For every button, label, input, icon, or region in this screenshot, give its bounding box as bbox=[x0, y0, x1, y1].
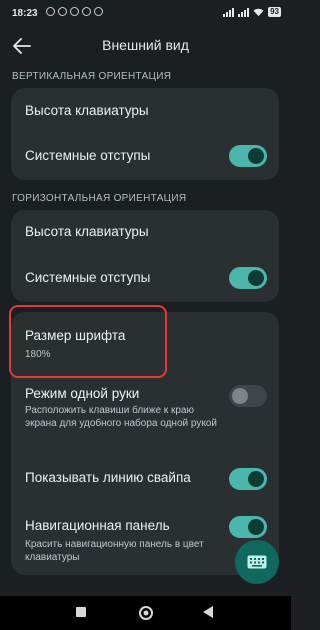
recents-square-icon[interactable] bbox=[74, 605, 88, 619]
status-time: 18:23 bbox=[12, 8, 38, 19]
system-nav-bar bbox=[0, 596, 291, 630]
swipe-line-toggle[interactable] bbox=[229, 468, 267, 490]
wifi-icon bbox=[253, 8, 264, 16]
row-swipe-line[interactable]: Показывать линию свайпа bbox=[11, 460, 279, 500]
row-subtitle: Красить навигационную панель в цвет клав… bbox=[25, 539, 204, 563]
phone-icon bbox=[82, 7, 91, 16]
row-subtitle: Расположить клавиши ближе к краю экрана … bbox=[25, 405, 217, 429]
row-label: Навигационная панель bbox=[25, 518, 170, 533]
row-system-padding-horizontal[interactable]: Системные отступы bbox=[11, 256, 279, 300]
status-bar: 18:23 93 bbox=[0, 0, 291, 28]
one-hand-mode-toggle[interactable] bbox=[229, 385, 267, 407]
row-label: Режим одной руки bbox=[25, 386, 140, 401]
row-label: Высота клавиатуры bbox=[25, 224, 149, 239]
page-title: Внешний вид bbox=[102, 37, 189, 53]
section-title-vertical: ВЕРТИКАЛЬНАЯ ОРИЕНТАЦИЯ bbox=[12, 71, 172, 82]
row-keyboard-height-horizontal[interactable]: Высота клавиатуры bbox=[11, 210, 279, 254]
card-horizontal: Высота клавиатуры Системные отступы bbox=[11, 210, 279, 302]
location-icon bbox=[94, 7, 103, 16]
system-padding-vertical-toggle[interactable] bbox=[229, 145, 267, 167]
notification-icons bbox=[46, 7, 103, 16]
mail-icon bbox=[46, 7, 55, 16]
highlight-annotation bbox=[9, 305, 167, 378]
back-triangle-icon[interactable] bbox=[201, 605, 215, 619]
row-label: Системные отступы bbox=[25, 270, 151, 285]
alarm-icon bbox=[58, 7, 67, 16]
system-icons: 93 bbox=[223, 7, 281, 17]
keyboard-fab-button[interactable] bbox=[235, 540, 279, 584]
keyboard-icon bbox=[247, 555, 267, 569]
row-label: Системные отступы bbox=[25, 148, 151, 163]
row-label: Показывать линию свайпа bbox=[25, 470, 191, 485]
signal-icon bbox=[238, 7, 250, 17]
signal-icon bbox=[223, 7, 235, 17]
navigation-panel-toggle[interactable] bbox=[229, 516, 267, 538]
app-bar: Внешний вид bbox=[0, 28, 291, 64]
row-system-padding-vertical[interactable]: Системные отступы bbox=[11, 134, 279, 178]
home-circle-icon[interactable] bbox=[138, 605, 154, 621]
system-padding-horizontal-toggle[interactable] bbox=[229, 267, 267, 289]
row-one-hand-mode[interactable]: Режим одной руки Расположить клавиши бли… bbox=[11, 378, 279, 450]
row-keyboard-height-vertical[interactable]: Высота клавиатуры bbox=[11, 88, 279, 132]
contact-icon bbox=[70, 7, 79, 16]
section-title-horizontal: ГОРИЗОНТАЛЬНАЯ ОРИЕНТАЦИЯ bbox=[12, 193, 187, 204]
row-label: Высота клавиатуры bbox=[25, 103, 149, 118]
battery-icon: 93 bbox=[268, 7, 281, 17]
card-vertical: Высота клавиатуры Системные отступы bbox=[11, 88, 279, 180]
